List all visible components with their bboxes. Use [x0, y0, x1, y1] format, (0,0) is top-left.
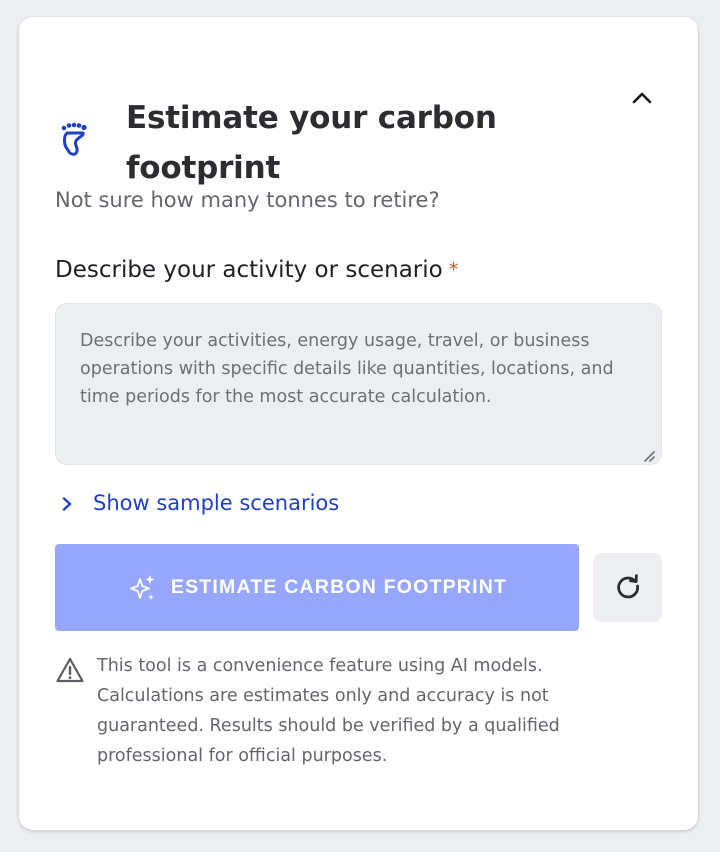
card-title: Estimate your carbon footprint — [126, 100, 497, 186]
estimate-button-label: ESTIMATE CARBON FOOTPRINT — [170, 576, 508, 598]
textarea-resize-handle[interactable] — [641, 447, 655, 462]
chevron-right-icon — [60, 496, 74, 511]
show-sample-scenarios-link[interactable]: Show sample scenarios — [60, 488, 339, 518]
activity-description-input[interactable] — [55, 303, 662, 465]
warning-icon — [55, 656, 85, 684]
carbon-footprint-card: Estimate your carbon footprint Not sure … — [19, 17, 698, 830]
sample-scenarios-label: Show sample scenarios — [93, 491, 340, 515]
estimate-carbon-footprint-button[interactable]: ESTIMATE CARBON FOOTPRINT — [55, 544, 579, 631]
activity-label-text: Describe your activity or scenario — [55, 257, 443, 283]
reset-button[interactable] — [593, 553, 662, 622]
footprint-icon — [59, 106, 91, 162]
activity-field-label: Describe your activity or scenario * — [55, 254, 458, 286]
sparkle-icon — [127, 573, 157, 603]
ai-disclaimer-text: This tool is a convenience feature using… — [97, 656, 560, 766]
card-subtitle: Not sure how many tonnes to retire? — [55, 188, 440, 212]
required-marker: * — [448, 259, 459, 281]
collapse-button[interactable] — [625, 81, 659, 115]
chevron-up-icon — [632, 89, 652, 108]
refresh-icon — [613, 571, 643, 605]
